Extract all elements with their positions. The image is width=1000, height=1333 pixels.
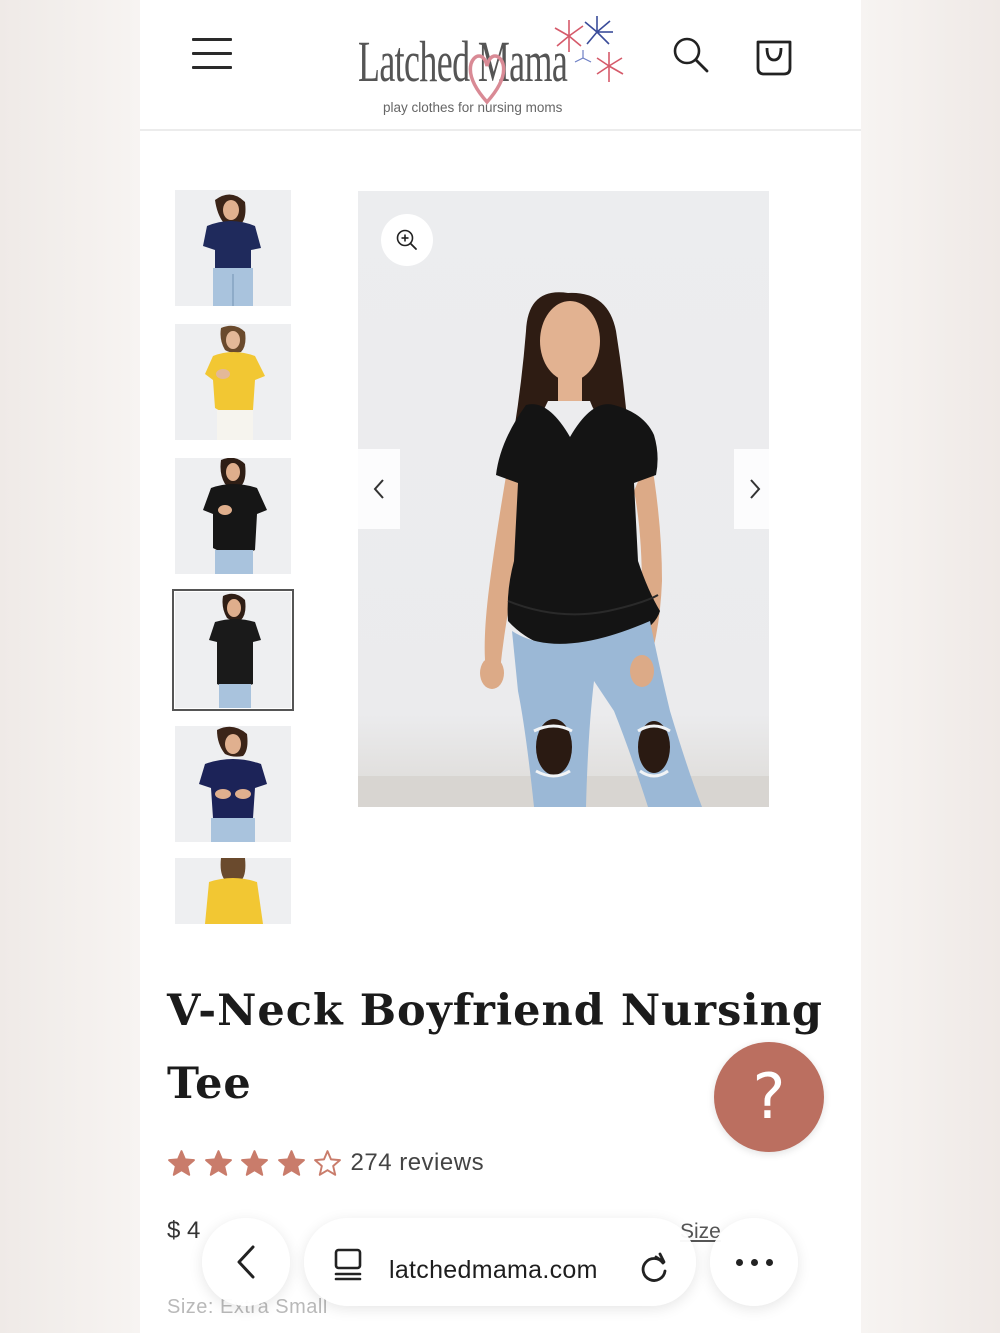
logo-tagline: play clothes for nursing moms (383, 100, 563, 115)
search-icon[interactable] (672, 36, 710, 74)
tabs-icon[interactable] (333, 1247, 363, 1281)
star-outline-icon (314, 1149, 341, 1176)
site-header: Latched Mama play clothes for nursing mo… (140, 0, 861, 131)
fireworks-icon (554, 16, 624, 82)
logo-text: Latched Mama (358, 29, 568, 94)
star-rating (167, 1149, 350, 1178)
product-rating[interactable]: 274 reviews (167, 1147, 484, 1179)
reviews-count[interactable]: 274 reviews (351, 1149, 485, 1177)
cart-bag-icon[interactable] (754, 34, 794, 76)
background-right (860, 0, 1000, 1333)
thumbnail-4[interactable] (172, 589, 294, 711)
thumbnail-6[interactable] (175, 858, 291, 924)
thumbnail-2[interactable] (175, 324, 291, 440)
star-filled-icon (241, 1149, 268, 1176)
more-dots-icon[interactable] (710, 1218, 798, 1306)
reload-icon[interactable] (638, 1251, 670, 1285)
hamburger-menu-icon[interactable] (192, 38, 232, 74)
star-filled-icon (204, 1149, 232, 1176)
question-mark-icon: ? (752, 1060, 786, 1133)
background-left (0, 0, 140, 1333)
browser-toolbar: latchedmama.com (0, 1210, 1000, 1320)
thumbnail-1[interactable] (175, 190, 291, 306)
thumbnail-3[interactable] (175, 458, 291, 574)
star-filled-icon (168, 1149, 195, 1176)
model-photo (358, 292, 769, 807)
thumbnail-5[interactable] (175, 726, 291, 842)
address-bar[interactable]: latchedmama.com (304, 1218, 696, 1306)
chevron-left-icon[interactable] (202, 1218, 290, 1306)
chevron-right-icon[interactable] (734, 449, 776, 529)
zoom-in-icon[interactable] (381, 214, 433, 266)
help-button[interactable]: ? (714, 1042, 824, 1152)
site-logo[interactable]: Latched Mama play clothes for nursing mo… (355, 14, 630, 122)
main-product-image[interactable] (358, 191, 769, 807)
star-filled-icon (277, 1149, 305, 1176)
url-text[interactable]: latchedmama.com (389, 1256, 598, 1285)
chevron-left-icon[interactable] (358, 449, 400, 529)
heart-icon (468, 54, 506, 105)
